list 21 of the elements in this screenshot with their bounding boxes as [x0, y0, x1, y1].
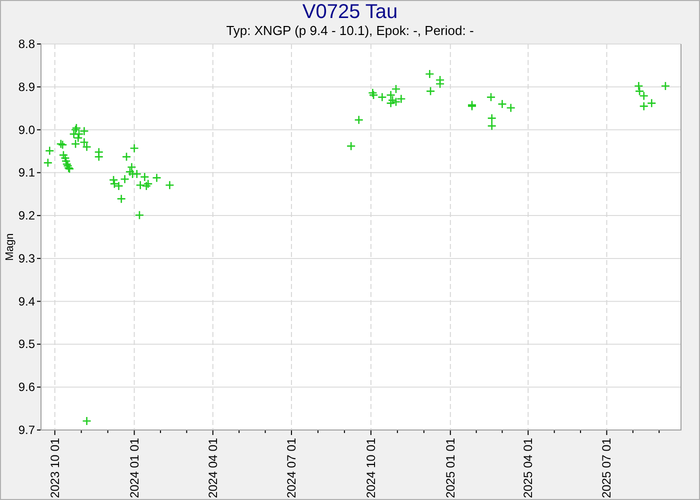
y-axis-label: Magn [4, 233, 16, 261]
x-tick-label: 2024 07 01 [284, 438, 298, 498]
y-tick-label: 9.4 [18, 294, 35, 308]
y-tick-label: 8.8 [18, 38, 35, 51]
y-tick-label: 9.0 [18, 122, 35, 137]
y-tick-label: 9.1 [18, 166, 35, 180]
y-tick-label: 9.5 [18, 337, 35, 352]
x-tick-label: 2023 10 01 [48, 438, 62, 498]
y-tick-label: 8.9 [18, 80, 35, 94]
x-tick-label: 2024 10 01 [364, 438, 378, 498]
x-tick-label: 2025 04 01 [521, 438, 536, 498]
y-tick-label: 9.7 [18, 423, 35, 437]
chart-title: V0725 Tau [302, 1, 398, 23]
x-tick-label: 2024 04 01 [206, 438, 220, 498]
x-tick-label: 2025 07 01 [600, 438, 614, 498]
chart-subtitle: Typ: XNGP (p 9.4 - 10.1), Epok: -, Period: - [226, 23, 474, 39]
y-tick-label: 9.6 [18, 380, 35, 394]
x-tick-label: 2025 01 01 [443, 438, 458, 498]
y-tick-label: 9.2 [18, 208, 35, 223]
y-tick-label: 9.3 [18, 251, 35, 266]
x-tick-label: 2024 01 01 [127, 438, 142, 498]
